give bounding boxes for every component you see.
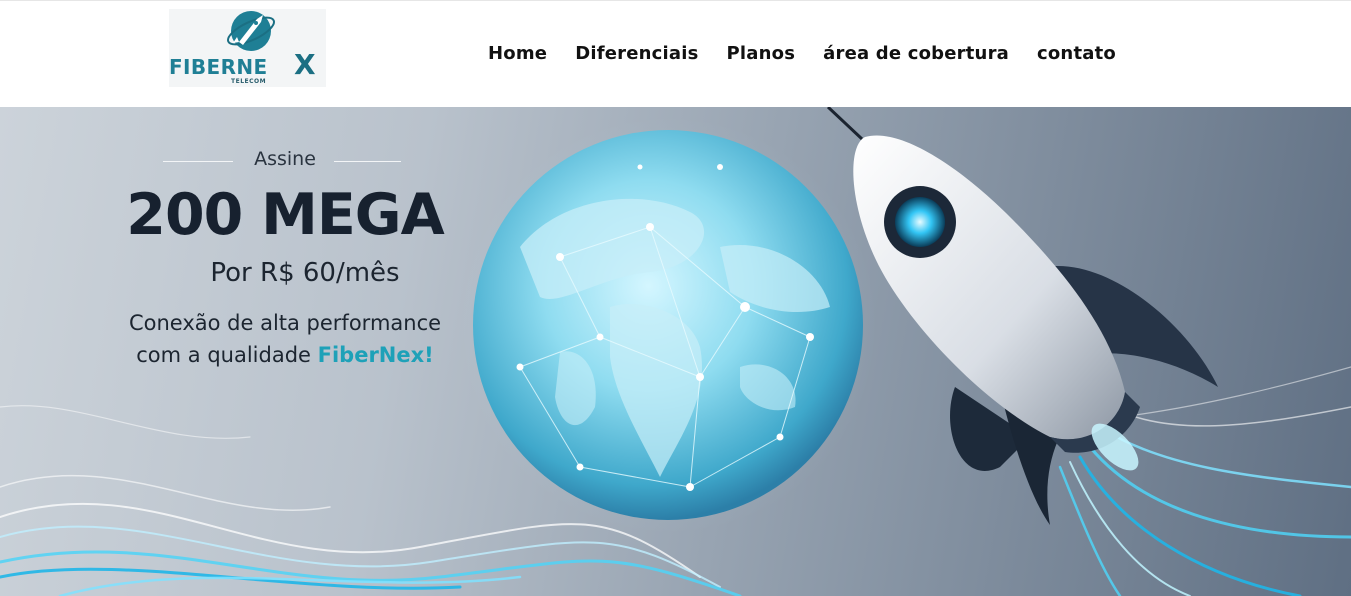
nav-home[interactable]: Home: [488, 42, 547, 66]
main-nav: Home Diferenciais Planos área de cobertu…: [488, 42, 1144, 66]
hero-headline: 200 MEGA: [126, 182, 444, 248]
globe-network-illustration: [458, 115, 878, 535]
nav-area-de-cobertura[interactable]: área de cobertura: [823, 42, 1009, 66]
nav-contato[interactable]: contato: [1037, 42, 1116, 66]
logo-wordmark-x: X: [294, 48, 316, 81]
hero-description-line2: com a qualidade FiberNex!: [100, 343, 470, 367]
hero-price: Por R$ 60/mês: [210, 258, 400, 288]
site-header: FIBERNE X TELECOM Home Diferenciais Plan…: [0, 0, 1351, 107]
rocket-illustration: [826, 107, 1218, 525]
logo-wordmark-text: FIBERNE: [169, 55, 268, 79]
eyebrow-divider-right: [334, 161, 401, 162]
hero-eyebrow: Assine: [254, 148, 316, 170]
hero-brand-name: FiberNex!: [317, 343, 434, 367]
hero-description-line2-text: com a qualidade: [136, 343, 318, 367]
hero-banner: Assine 200 MEGA Por R$ 60/mês Conexão de…: [0, 107, 1351, 596]
eyebrow-divider-left: [163, 161, 233, 162]
nav-diferenciais[interactable]: Diferenciais: [575, 42, 698, 66]
logo-wordmark: FIBERNE X: [169, 48, 326, 81]
nav-planos[interactable]: Planos: [727, 42, 796, 66]
logo-subtitle: TELECOM: [231, 78, 267, 85]
hero-description-line1: Conexão de alta performance: [128, 311, 442, 335]
fibernex-logo[interactable]: FIBERNE X TELECOM: [169, 9, 326, 87]
